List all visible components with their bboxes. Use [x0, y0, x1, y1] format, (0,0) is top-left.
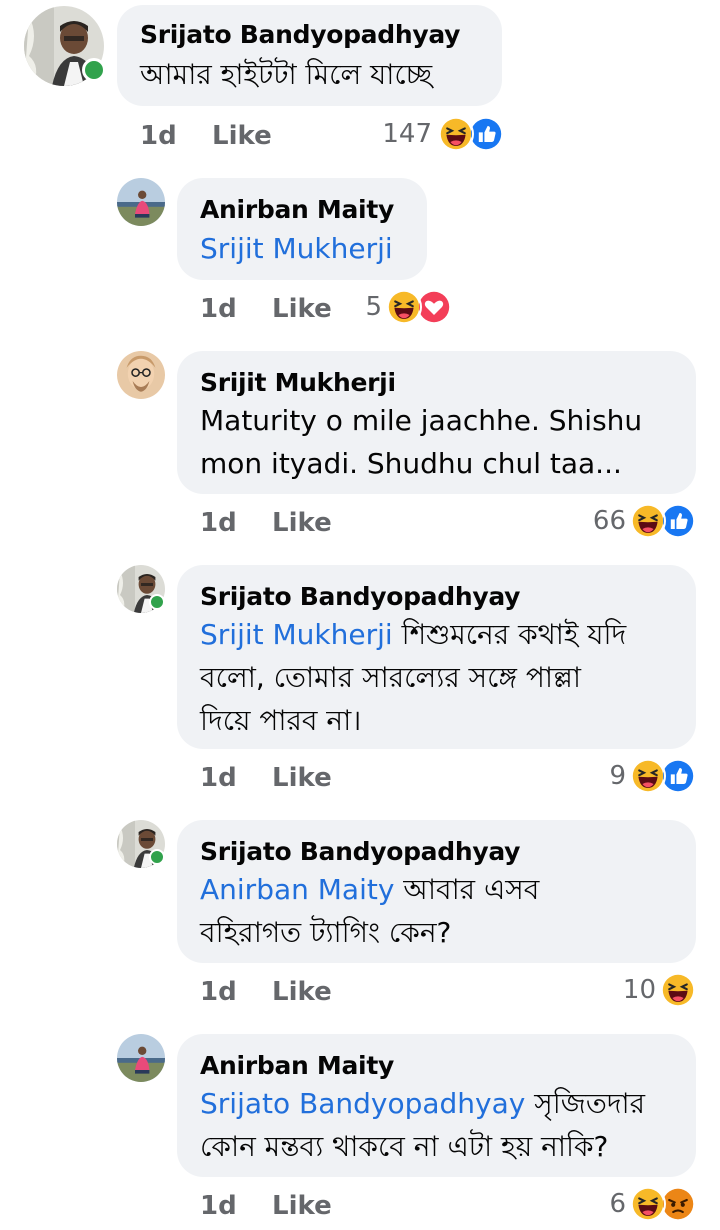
like-button[interactable]: Like [272, 294, 332, 324]
mention-link[interactable]: Anirban Maity [200, 873, 394, 906]
like-button[interactable]: Like [212, 121, 272, 151]
reaction-count[interactable]: 9 [590, 761, 626, 791]
comment-text: আমার হাইটটা মিলে যাচ্ছে [140, 58, 433, 91]
mention-link[interactable]: Srijit Mukherji [200, 618, 393, 651]
comment-author[interactable]: Anirban Maity [200, 1051, 394, 1080]
comment-author[interactable]: Srijato Bandyopadhyay [200, 582, 520, 611]
reaction-count[interactable]: 66 [570, 506, 626, 536]
reaction-count[interactable]: 10 [610, 975, 656, 1005]
comment-text: Maturity o mile jaachhe. Shishu [200, 404, 643, 437]
comment-text: কোন মন্তব্য থাকবে না এটা হয় নাকি? [200, 1130, 609, 1163]
comment-text-line: Anirban Maity আবার এসব [200, 868, 539, 911]
comment-age[interactable]: 1d [200, 977, 237, 1007]
avatar[interactable] [117, 351, 165, 399]
mention-link[interactable]: Srijit Mukherji [200, 227, 393, 270]
reaction-count[interactable]: 5 [350, 292, 382, 322]
haha-icon [660, 972, 696, 1008]
haha-icon [630, 1186, 666, 1222]
like-button[interactable]: Like [272, 508, 332, 538]
comment-author[interactable]: Srijato Bandyopadhyay [200, 837, 520, 866]
like-button[interactable]: Like [272, 1191, 332, 1221]
comment-age[interactable]: 1d [200, 294, 237, 324]
haha-icon [438, 116, 474, 152]
online-status-dot [82, 58, 106, 82]
comment-age[interactable]: 1d [200, 1191, 237, 1221]
comment-age[interactable]: 1d [200, 508, 237, 538]
comment-text: দিয়ে পারব না। [200, 704, 362, 737]
comment-age[interactable]: 1d [140, 121, 177, 151]
avatar[interactable] [117, 1034, 165, 1082]
comment-text: বলো, তোমার সারল্যের সঙ্গে পাল্লা [200, 661, 582, 694]
haha-icon [630, 503, 666, 539]
haha-icon [386, 289, 422, 325]
comment-text: শিশুমনের কথাই যদি [392, 618, 627, 651]
comment-text: বহিরাগত ট্যাগিং কেন? [200, 916, 452, 949]
avatar[interactable] [117, 178, 165, 226]
haha-icon [630, 758, 666, 794]
comment-author[interactable]: Srijato Bandyopadhyay [140, 20, 460, 49]
reaction-count[interactable]: 147 [360, 119, 432, 149]
like-button[interactable]: Like [272, 977, 332, 1007]
online-status-dot [149, 849, 165, 865]
comment-author[interactable]: Srijit Mukherji [200, 368, 396, 397]
comment-text: mon ityadi. Shudhu chul taa... [200, 447, 622, 480]
comment-text: সৃজিতদার [525, 1087, 646, 1120]
comment-text-line: Srijato Bandyopadhyay সৃজিতদার [200, 1082, 645, 1125]
mention-link[interactable]: Srijato Bandyopadhyay [200, 1087, 525, 1120]
like-button[interactable]: Like [272, 763, 332, 793]
comment-age[interactable]: 1d [200, 763, 237, 793]
online-status-dot [149, 594, 165, 610]
comment-text-line: Srijit Mukherji শিশুমনের কথাই যদি [200, 613, 626, 656]
comment-author[interactable]: Anirban Maity [200, 195, 394, 224]
comment-text: আবার এসব [394, 873, 540, 906]
reaction-count[interactable]: 6 [596, 1189, 626, 1219]
